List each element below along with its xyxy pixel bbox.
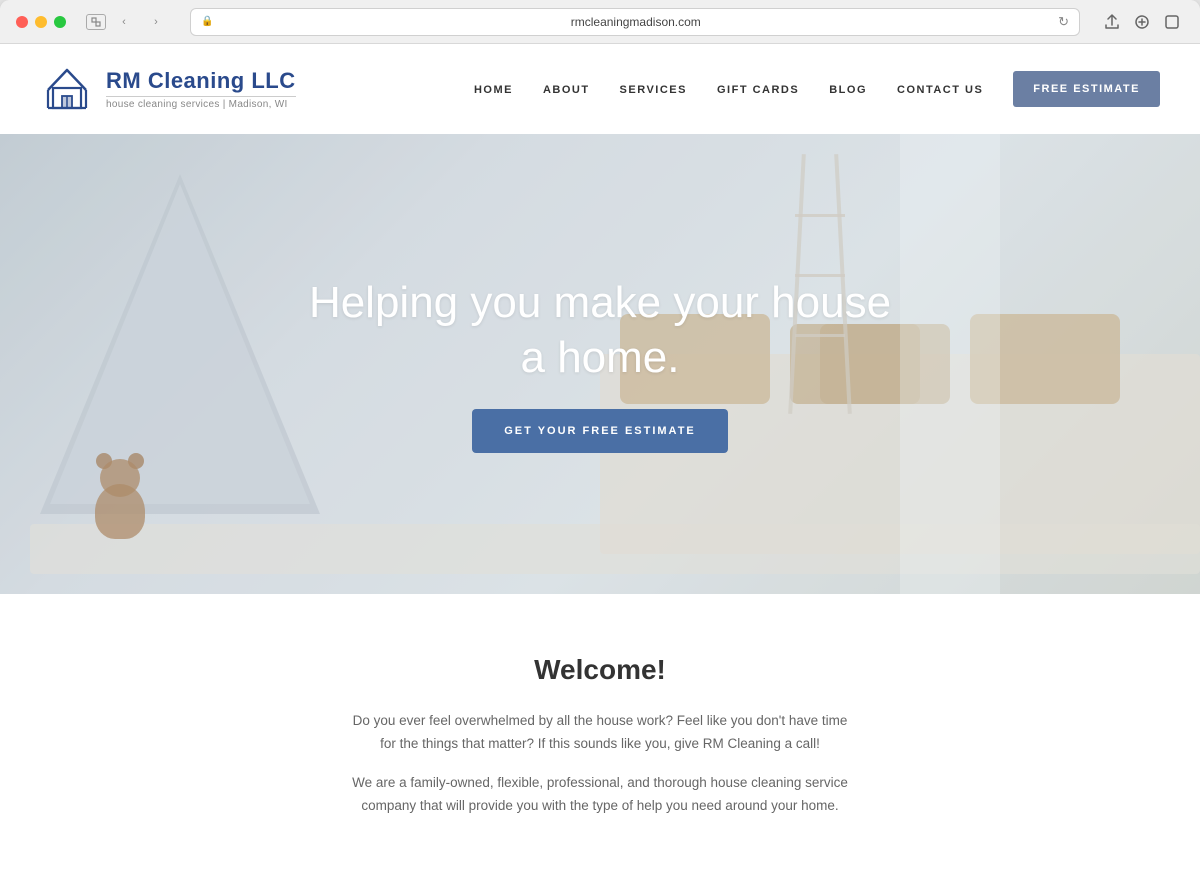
traffic-lights: [16, 16, 66, 28]
browser-titlebar: ‹ › 🔒 rmcleaningmadison.com ↻: [0, 0, 1200, 44]
new-tab-button[interactable]: [1130, 10, 1154, 34]
back-button[interactable]: ‹: [110, 12, 138, 32]
welcome-paragraph-1: Do you ever feel overwhelmed by all the …: [350, 710, 850, 756]
nav-item-gift-cards[interactable]: GIFT CARDS: [717, 84, 799, 96]
nav-item-services[interactable]: SERVICES: [620, 84, 687, 96]
nav-item-home[interactable]: HOME: [474, 84, 513, 96]
welcome-paragraph-2: We are a family-owned, flexible, profess…: [350, 772, 850, 818]
reload-icon[interactable]: ↻: [1058, 14, 1069, 30]
welcome-title: Welcome!: [40, 654, 1160, 686]
hero-get-estimate-button[interactable]: GET YOUR FREE ESTIMATE: [472, 409, 728, 453]
minimize-button[interactable]: [35, 16, 47, 28]
navbar: RM Cleaning LLC house cleaning services …: [0, 44, 1200, 134]
nav-item-about[interactable]: ABOUT: [543, 84, 590, 96]
hero-section: Helping you make your house a home. GET …: [0, 134, 1200, 594]
maximize-button[interactable]: [54, 16, 66, 28]
forward-button[interactable]: ›: [142, 12, 170, 32]
url-text: rmcleaningmadison.com: [219, 15, 1052, 29]
close-button[interactable]: [16, 16, 28, 28]
logo-text-area: RM Cleaning LLC house cleaning services …: [106, 68, 296, 110]
lock-icon: 🔒: [201, 16, 213, 27]
nav-links: HOME ABOUT SERVICES GIFT CARDS BLOG CONT…: [474, 71, 1160, 107]
browser-window: ‹ › 🔒 rmcleaningmadison.com ↻: [0, 0, 1200, 886]
welcome-section: Welcome! Do you ever feel overwhelmed by…: [0, 594, 1200, 874]
logo-name: RM Cleaning LLC: [106, 68, 296, 94]
logo-area[interactable]: RM Cleaning LLC house cleaning services …: [40, 62, 296, 116]
nav-free-estimate-button[interactable]: FREE ESTIMATE: [1013, 71, 1160, 107]
logo-tagline: house cleaning services | Madison, WI: [106, 96, 296, 110]
browser-actions: [1100, 10, 1184, 34]
browser-nav-controls: ‹ ›: [86, 12, 170, 32]
nav-item-contact[interactable]: CONTACT US: [897, 84, 983, 96]
nav-item-blog[interactable]: BLOG: [829, 84, 867, 96]
address-bar[interactable]: 🔒 rmcleaningmadison.com ↻: [190, 8, 1080, 36]
tab-switcher-icon[interactable]: [86, 14, 106, 30]
share-button[interactable]: [1100, 10, 1124, 34]
hero-title: Helping you make your house a home.: [309, 275, 891, 385]
tabs-button[interactable]: [1160, 10, 1184, 34]
logo-icon: [40, 62, 94, 116]
hero-content: Helping you make your house a home. GET …: [0, 134, 1200, 594]
website-content: RM Cleaning LLC house cleaning services …: [0, 44, 1200, 886]
